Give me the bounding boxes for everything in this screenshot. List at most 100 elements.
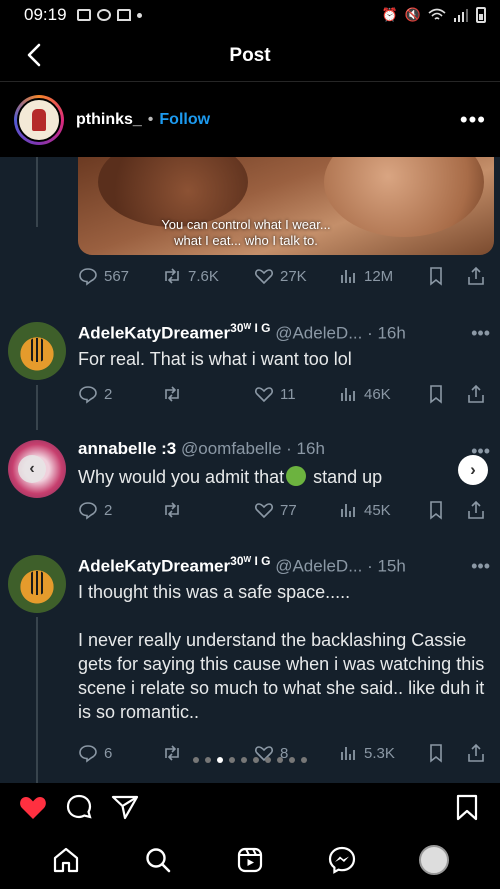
reply-header: AdeleKatyDreamer30ᵂ I G @AdeleD... · 15h <box>78 554 406 577</box>
reply-count: 2 <box>104 385 113 403</box>
share-icon <box>468 500 484 519</box>
reply-header: annabelle :3 @oomfabelle · 16h <box>78 439 325 459</box>
reply-handle-time: @AdeleD... · 15h <box>275 556 406 576</box>
bookmark-icon <box>430 501 442 520</box>
thread-line <box>36 385 38 430</box>
reply-action: 567 <box>78 266 162 286</box>
carousel-indicator <box>0 757 500 763</box>
bookmark-action <box>426 384 466 404</box>
retweet-count: 7.6K <box>188 267 219 285</box>
reply-1-actions: 2 11 46K <box>78 384 490 404</box>
views-action: 45K <box>338 500 426 520</box>
like-count: 27K <box>280 267 307 285</box>
heart-icon <box>255 503 273 519</box>
comment-icon[interactable] <box>64 792 94 822</box>
heart-icon <box>255 387 273 403</box>
reply-author-badge: 30ᵂ I G <box>230 321 271 335</box>
mute-icon: 🔇 <box>404 7 421 22</box>
reply-avatar <box>8 322 66 380</box>
reply-text-part-2: stand up <box>308 467 383 487</box>
profile-avatar-icon[interactable] <box>419 845 449 875</box>
carousel-dot <box>301 757 307 763</box>
reply-action: 2 <box>78 500 162 520</box>
save-bookmark-icon[interactable] <box>452 792 482 822</box>
like-action: 11 <box>254 384 338 404</box>
reply-more-icon: ••• <box>471 323 490 343</box>
reply-text: For real. That is what i want too lol <box>78 349 352 369</box>
carousel-dot <box>289 757 295 763</box>
retweet-action <box>162 500 254 520</box>
views-count: 45K <box>364 501 391 519</box>
messenger-icon[interactable] <box>327 845 357 875</box>
reply-2-actions: 2 77 45K <box>78 500 490 520</box>
author-username[interactable]: pthinks_ <box>76 111 142 129</box>
reply-more-icon: ••• <box>471 556 490 576</box>
bookmark-action <box>426 500 466 520</box>
views-action: 12M <box>338 266 426 286</box>
carousel-next-button[interactable]: › <box>458 455 488 485</box>
share-icon <box>468 266 484 285</box>
home-icon[interactable] <box>51 845 81 875</box>
carousel-dot <box>277 757 283 763</box>
reply-text-paragraph-2: I never really understand the backlashin… <box>78 630 485 722</box>
reply-count: 2 <box>104 501 113 519</box>
separator-dot: • <box>147 111 154 128</box>
reels-icon[interactable] <box>235 845 265 875</box>
reply-handle-time: @AdeleD... · 16h <box>275 323 406 343</box>
views-icon <box>341 504 355 517</box>
reply-header: AdeleKatyDreamer30ᵂ I G @AdeleD... · 16h <box>78 321 406 344</box>
reply-text-part-1: Why would you admit that <box>78 467 285 487</box>
subtitle-line-1: You can control what I wear... <box>161 217 331 232</box>
reply-action: 2 <box>78 384 162 404</box>
status-bar: 09:19 ⏰ 🔇 <box>0 0 500 30</box>
like-heart-icon[interactable] <box>18 792 48 822</box>
reply-author-name: annabelle :3 <box>78 439 177 458</box>
tweet-media: You can control what I wear... what I ea… <box>78 157 494 255</box>
carousel-prev-button[interactable]: ‹ <box>18 455 46 483</box>
more-options-icon[interactable]: ••• <box>460 107 486 133</box>
retweet-icon <box>165 268 179 284</box>
views-count: 12M <box>364 267 394 285</box>
bookmark-icon <box>430 385 442 404</box>
status-notification-icons <box>76 9 142 21</box>
share-icon <box>468 384 484 403</box>
reply-handle-time: @oomfabelle · 16h <box>181 439 325 458</box>
reply-icon <box>79 268 97 286</box>
bottom-nav <box>0 831 500 889</box>
notification-dot-icon <box>136 12 142 18</box>
follow-button[interactable]: Follow <box>159 111 210 129</box>
author-avatar[interactable] <box>14 95 64 145</box>
views-count: 46K <box>364 385 391 403</box>
post-action-bar <box>0 783 500 831</box>
alarm-icon: ⏰ <box>381 7 398 22</box>
top-nav: Post <box>0 30 500 82</box>
carousel-dot <box>241 757 247 763</box>
search-icon[interactable] <box>143 845 173 875</box>
bookmark-action <box>426 266 466 286</box>
carousel-dot <box>193 757 199 763</box>
share-action <box>466 500 488 520</box>
reply-avatar <box>8 555 66 613</box>
gallery-icon <box>76 9 91 21</box>
like-count: 11 <box>280 385 296 403</box>
carousel-dot <box>253 757 259 763</box>
retweet-action <box>162 384 254 404</box>
page-title: Post <box>229 44 271 66</box>
carousel-dot <box>217 757 223 763</box>
back-arrow-icon[interactable] <box>22 42 48 68</box>
reply-icon <box>79 502 97 520</box>
share-action <box>466 266 488 286</box>
share-send-icon[interactable] <box>110 792 140 822</box>
reply-icon <box>79 386 97 404</box>
reply-text: Why would you admit that stand up <box>78 465 488 489</box>
thread-line <box>36 157 38 227</box>
reply-text-paragraph-1: I thought this was a safe space..... <box>78 582 351 602</box>
reply-author-name: AdeleKatyDreamer <box>78 323 231 343</box>
reply-author-name: AdeleKatyDreamer <box>78 556 231 576</box>
views-icon <box>341 270 355 283</box>
carousel-dot <box>265 757 271 763</box>
chrome-icon <box>96 9 111 21</box>
status-time: 09:19 <box>24 5 67 24</box>
like-count: 77 <box>280 501 297 519</box>
wifi-icon <box>428 8 446 20</box>
